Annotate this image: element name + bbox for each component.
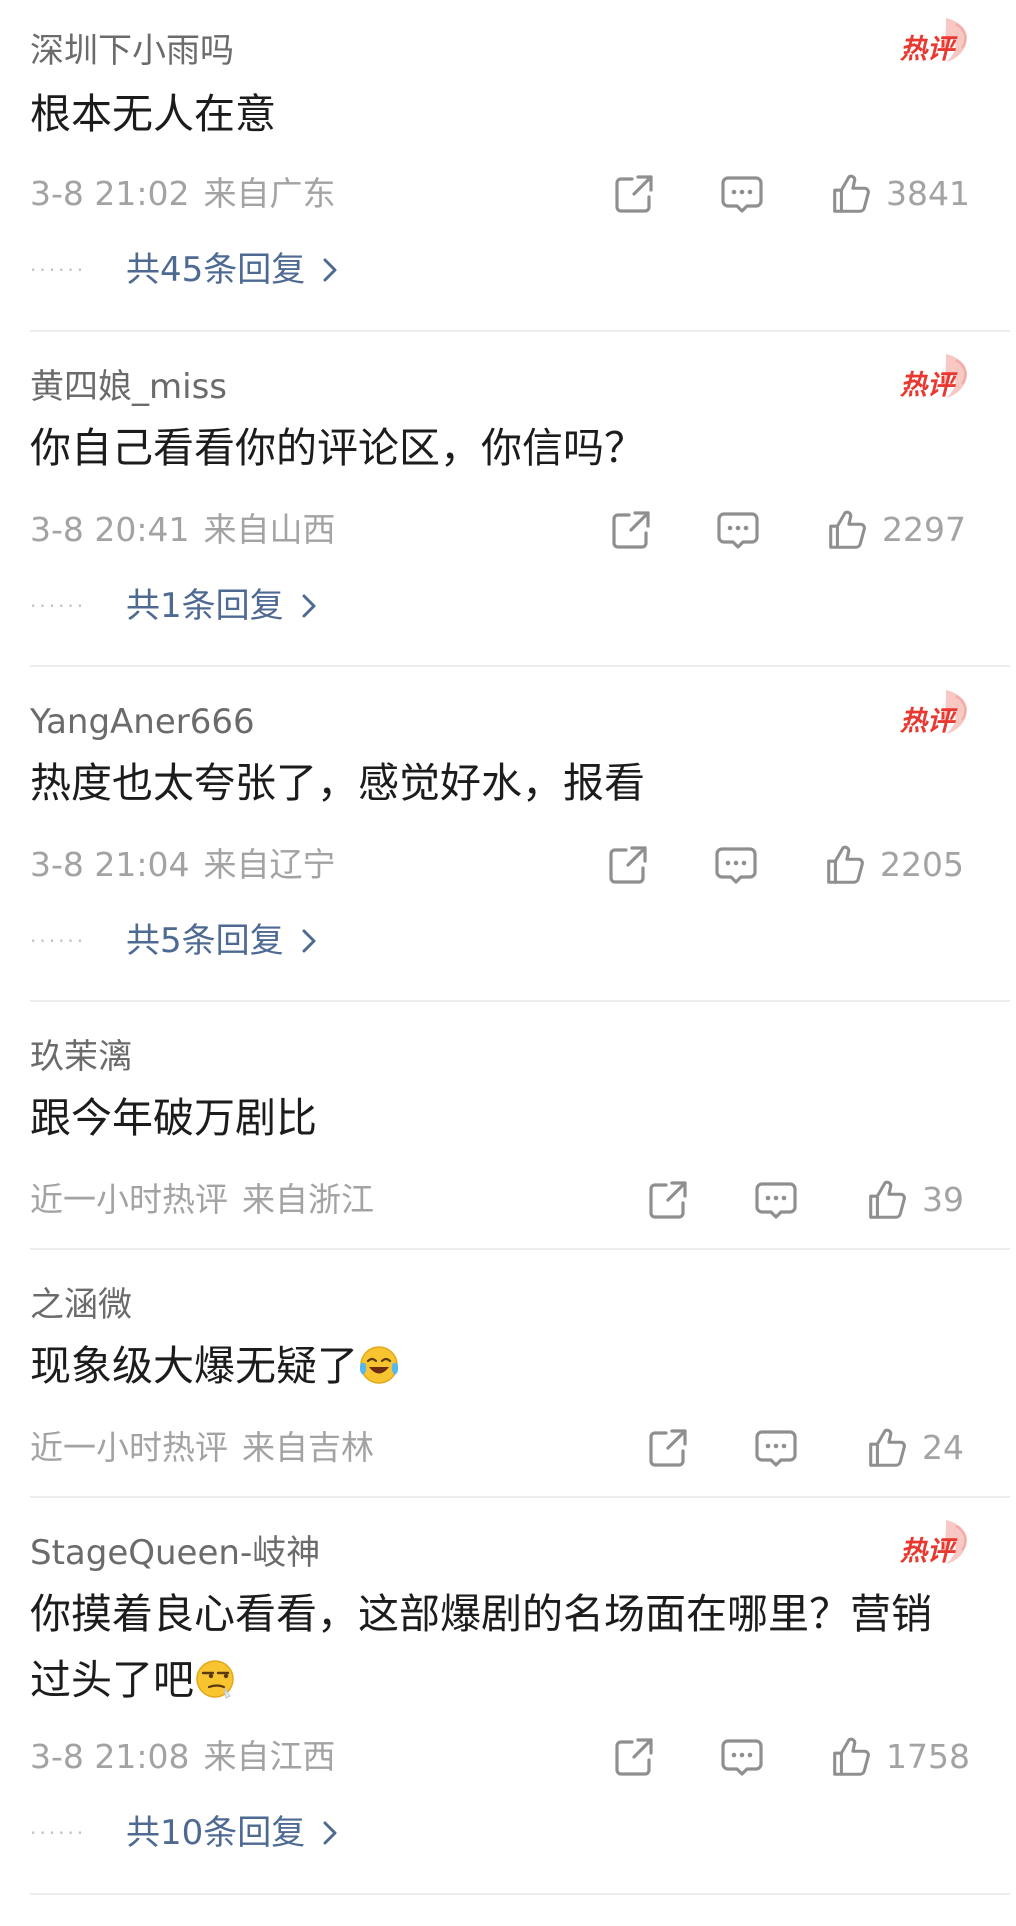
- hot-comment-badge-icon: [896, 14, 972, 74]
- like-button[interactable]: 3841: [828, 170, 970, 218]
- comment-divider: [30, 330, 1010, 332]
- share-icon[interactable]: [610, 170, 658, 218]
- like-count: 2205: [880, 845, 964, 884]
- chevron-right-icon: [298, 591, 320, 621]
- share-icon[interactable]: [644, 1176, 692, 1224]
- thumbs-up-icon: [824, 507, 870, 553]
- comment-icon[interactable]: [752, 1424, 800, 1472]
- comment-time: 3-8 21:04: [30, 845, 190, 884]
- comment-meta: 3-8 21:02 来自广东: [30, 174, 336, 214]
- comment-content-line2: 过头了吧: [30, 1647, 980, 1713]
- comment-location: 来自山西: [203, 510, 336, 549]
- comment-divider: [30, 1248, 1010, 1250]
- share-icon[interactable]: [610, 1733, 658, 1781]
- comment-time: 近一小时热评: [30, 1180, 228, 1219]
- comment-location: 来自吉林: [242, 1428, 374, 1467]
- chevron-right-icon: [298, 926, 320, 956]
- comment-username[interactable]: 黄四娘_miss: [30, 367, 227, 407]
- share-icon[interactable]: [644, 1424, 692, 1472]
- comment-content: 你摸着良心看看，这部爆剧的名场面在哪里？营销 过头了吧: [30, 1581, 980, 1713]
- comment-divider: [30, 1000, 1010, 1002]
- comment-time: 3-8 20:41: [30, 510, 190, 549]
- comment-time: 3-8 21:08: [30, 1737, 190, 1776]
- chevron-right-icon: [319, 1818, 341, 1848]
- like-button[interactable]: 2205: [822, 841, 964, 889]
- view-replies-link[interactable]: ······ 共10条回复: [30, 1811, 341, 1855]
- comment-location: 来自江西: [203, 1737, 336, 1776]
- like-count: 39: [922, 1180, 964, 1219]
- view-replies-link[interactable]: ······ 共5条回复: [30, 919, 320, 963]
- side-eye-emoji-icon: [196, 1660, 234, 1699]
- comment-time: 近一小时热评: [30, 1428, 228, 1467]
- comment-username[interactable]: 之涵微: [30, 1285, 132, 1325]
- comment-icon[interactable]: [714, 506, 762, 554]
- like-count: 24: [922, 1428, 964, 1467]
- hot-comment-badge-icon: [896, 686, 972, 746]
- comment-username[interactable]: StageQueen-岐神: [30, 1533, 320, 1573]
- like-count: 3841: [886, 174, 970, 213]
- comment-meta: 3-8 20:41 来自山西: [30, 510, 336, 550]
- comment-meta: 近一小时热评 来自吉林: [30, 1428, 374, 1468]
- like-button[interactable]: 39: [864, 1176, 964, 1224]
- comment-icon[interactable]: [718, 1733, 766, 1781]
- comment-location: 来自浙江: [242, 1180, 374, 1219]
- hot-comment-badge-icon: [896, 1516, 972, 1576]
- thumbs-up-icon: [864, 1177, 910, 1223]
- comment-content-line1: 你摸着良心看看，这部爆剧的名场面在哪里？营销: [30, 1590, 932, 1638]
- laughing-crying-emoji-icon: [359, 1346, 399, 1384]
- comment-location: 来自广东: [203, 174, 336, 213]
- comment-content-text: 现象级大爆无疑了: [30, 1342, 358, 1390]
- like-button[interactable]: 1758: [828, 1733, 970, 1781]
- view-replies-link[interactable]: ······ 共1条回复: [30, 584, 320, 628]
- comment-divider: [30, 665, 1010, 667]
- comment-content: 跟今年破万剧比: [30, 1094, 317, 1142]
- comment-divider: [30, 1496, 1010, 1498]
- comment-meta: 3-8 21:04 来自辽宁: [30, 845, 336, 885]
- comment-content: 现象级大爆无疑了: [30, 1333, 980, 1399]
- comment-username[interactable]: 玖茉漓: [30, 1037, 132, 1077]
- reply-count-text: 共45条回复: [126, 250, 306, 290]
- view-replies-link[interactable]: ······ 共45条回复: [30, 248, 341, 292]
- comment-content: 热度也太夸张了，感觉好水，报看: [30, 759, 645, 807]
- comment-location: 来自辽宁: [203, 845, 336, 884]
- like-count: 1758: [886, 1737, 970, 1776]
- like-button[interactable]: 24: [864, 1424, 964, 1472]
- share-icon[interactable]: [607, 506, 655, 554]
- reply-count-text: 共1条回复: [126, 586, 284, 626]
- share-icon[interactable]: [604, 841, 652, 889]
- comment-icon[interactable]: [718, 170, 766, 218]
- comment-meta: 3-8 21:08 来自江西: [30, 1737, 336, 1777]
- comment-username[interactable]: YangAner666: [30, 702, 255, 742]
- like-count: 2297: [882, 510, 966, 549]
- comment-username[interactable]: 深圳下小雨吗: [30, 31, 234, 71]
- reply-dots: ······: [30, 1821, 87, 1845]
- thumbs-up-icon: [828, 171, 874, 217]
- comment-content: 根本无人在意: [30, 90, 276, 138]
- comment-icon[interactable]: [712, 841, 760, 889]
- reply-dots: ······: [30, 929, 87, 953]
- thumbs-up-icon: [864, 1425, 910, 1471]
- comment-time: 3-8 21:02: [30, 174, 190, 213]
- comment-content-line2-text: 过头了吧: [30, 1656, 194, 1704]
- comment-meta: 近一小时热评 来自浙江: [30, 1180, 374, 1220]
- reply-dots: ······: [30, 258, 87, 282]
- chevron-right-icon: [319, 255, 341, 285]
- reply-count-text: 共5条回复: [126, 921, 284, 961]
- comment-icon[interactable]: [752, 1176, 800, 1224]
- like-button[interactable]: 2297: [824, 506, 966, 554]
- reply-dots: ······: [30, 594, 87, 618]
- comment-divider: [30, 1893, 1010, 1895]
- reply-count-text: 共10条回复: [126, 1813, 306, 1853]
- comment-content: 你自己看看你的评论区，你信吗？: [30, 424, 645, 472]
- hot-comment-badge-icon: [896, 350, 972, 410]
- thumbs-up-icon: [828, 1734, 874, 1780]
- thumbs-up-icon: [822, 842, 868, 888]
